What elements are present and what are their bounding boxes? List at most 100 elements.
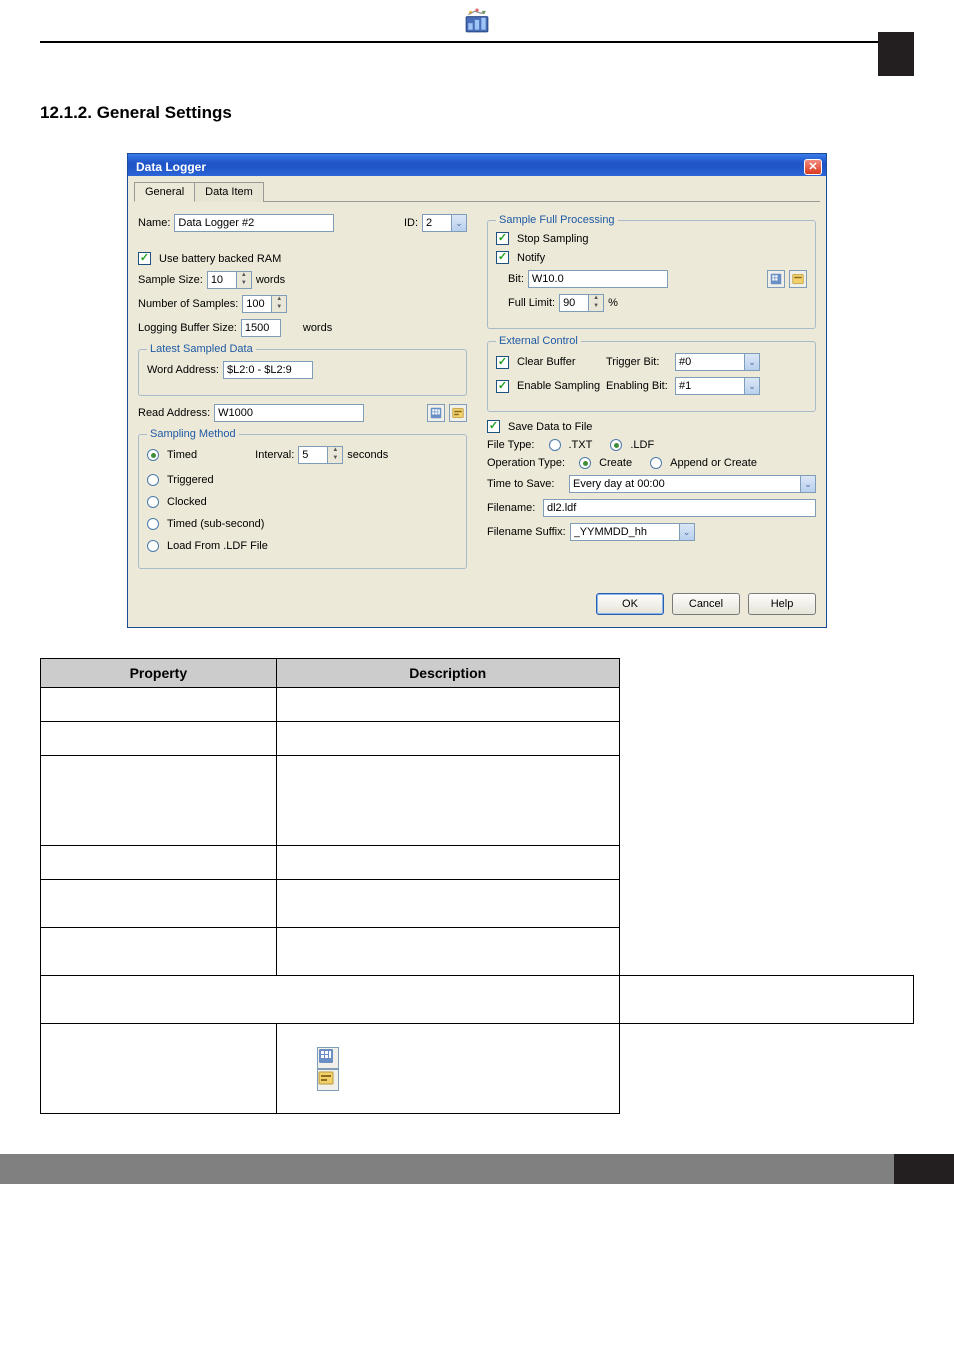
id-select[interactable]: [422, 214, 452, 232]
clear-buffer-label: Clear Buffer: [517, 356, 602, 368]
triggered-label: Triggered: [167, 474, 214, 486]
enabling-bit-label: Enabling Bit:: [606, 380, 671, 392]
op-create-radio[interactable]: [579, 457, 591, 469]
read-address-tag-icon[interactable]: [449, 404, 467, 422]
logging-buffer-unit: words: [303, 322, 332, 334]
tab-data-item[interactable]: Data Item: [194, 182, 264, 202]
close-button[interactable]: ✕: [804, 159, 822, 175]
interval-unit: seconds: [347, 449, 388, 461]
logging-buffer-input[interactable]: [241, 319, 281, 337]
triggered-radio[interactable]: [147, 474, 159, 486]
sampling-method-legend: Sampling Method: [147, 428, 239, 440]
trigger-bit-dropdown[interactable]: ⌄: [745, 353, 760, 371]
bit-input[interactable]: [528, 270, 668, 288]
table-row: [41, 976, 914, 1024]
number-samples-spinner[interactable]: ▲▼: [272, 295, 287, 313]
table-row: [41, 688, 914, 722]
timed-label: Timed: [167, 449, 197, 461]
read-address-label: Read Address:: [138, 407, 210, 419]
full-limit-unit: %: [608, 297, 618, 309]
number-samples-label: Number of Samples:: [138, 298, 238, 310]
file-type-label: File Type:: [487, 439, 535, 451]
trigger-bit-input[interactable]: [675, 353, 745, 371]
op-append-radio[interactable]: [650, 457, 662, 469]
help-button[interactable]: Help: [748, 593, 816, 615]
op-append-label: Append or Create: [670, 457, 757, 469]
footer-bar: [0, 1154, 954, 1184]
table-row: [41, 928, 914, 976]
clocked-label: Clocked: [167, 496, 207, 508]
word-address-input[interactable]: [223, 361, 313, 379]
clear-buffer-checkbox[interactable]: [496, 356, 509, 369]
file-type-ldf-label: .LDF: [630, 439, 654, 451]
sample-size-spinner[interactable]: ▲▼: [237, 271, 252, 289]
read-address-input[interactable]: [214, 404, 364, 422]
latest-sampled-legend: Latest Sampled Data: [147, 343, 256, 355]
id-dropdown-arrow[interactable]: ⌄: [452, 214, 467, 232]
notify-checkbox[interactable]: [496, 251, 509, 264]
time-to-save-input[interactable]: [569, 475, 801, 493]
table-row: [41, 880, 914, 928]
bit-keypad-icon[interactable]: [767, 270, 785, 288]
enabling-bit-input[interactable]: [675, 377, 745, 395]
interval-spinner[interactable]: ▲▼: [328, 446, 343, 464]
sample-size-input[interactable]: [207, 271, 237, 289]
clocked-radio[interactable]: [147, 496, 159, 508]
load-ldf-radio[interactable]: [147, 540, 159, 552]
table-row: [41, 722, 914, 756]
header-rule: [40, 41, 914, 43]
enable-sampling-checkbox[interactable]: [496, 380, 509, 393]
sample-size-label: Sample Size:: [138, 274, 203, 286]
bit-tag-icon[interactable]: [789, 270, 807, 288]
filename-input[interactable]: [543, 499, 816, 517]
col-description: Description: [276, 659, 619, 688]
property-table: Property Description: [40, 658, 914, 1114]
name-label: Name:: [138, 217, 170, 229]
close-icon: ✕: [808, 160, 817, 173]
section-heading: 12.1.2. General Settings: [40, 103, 914, 123]
data-logger-dialog: Data Logger ✕ General Data Item Name: ID…: [127, 153, 827, 628]
full-limit-spinner[interactable]: ▲▼: [589, 294, 604, 312]
number-samples-input[interactable]: [242, 295, 272, 313]
external-control-legend: External Control: [496, 335, 581, 347]
footer-page-marker: [894, 1154, 954, 1184]
time-to-save-label: Time to Save:: [487, 478, 565, 490]
col-property: Property: [41, 659, 277, 688]
enabling-bit-dropdown[interactable]: ⌄: [745, 377, 760, 395]
file-type-ldf-radio[interactable]: [610, 439, 622, 451]
load-ldf-label: Load From .LDF File: [167, 540, 268, 552]
logging-buffer-label: Logging Buffer Size:: [138, 322, 237, 334]
stop-sampling-checkbox[interactable]: [496, 232, 509, 245]
notify-label: Notify: [517, 252, 545, 264]
operation-type-label: Operation Type:: [487, 457, 565, 469]
filename-suffix-dropdown[interactable]: ⌄: [680, 523, 695, 541]
bit-label: Bit:: [508, 273, 524, 285]
enable-sampling-label: Enable Sampling: [517, 380, 602, 392]
timed-radio[interactable]: [147, 449, 159, 461]
file-type-txt-radio[interactable]: [549, 439, 561, 451]
word-address-label: Word Address:: [147, 364, 219, 376]
interval-input[interactable]: [298, 446, 328, 464]
read-address-keypad-icon[interactable]: [427, 404, 445, 422]
timed-sub-radio[interactable]: [147, 518, 159, 530]
sample-size-unit: words: [256, 274, 285, 286]
header-icon: [0, 0, 954, 41]
save-data-label: Save Data to File: [508, 421, 592, 433]
use-ram-label: Use battery backed RAM: [159, 253, 281, 265]
ok-button[interactable]: OK: [596, 593, 664, 615]
full-limit-input[interactable]: [559, 294, 589, 312]
timed-sub-label: Timed (sub-second): [167, 518, 264, 530]
save-data-checkbox[interactable]: [487, 420, 500, 433]
tab-general[interactable]: General: [134, 182, 195, 202]
use-ram-checkbox[interactable]: [138, 252, 151, 265]
trigger-bit-label: Trigger Bit:: [606, 356, 671, 368]
cancel-button[interactable]: Cancel: [672, 593, 740, 615]
time-to-save-dropdown[interactable]: ⌄: [801, 475, 816, 493]
filename-suffix-input[interactable]: [570, 523, 680, 541]
table-row: [41, 1024, 914, 1114]
stop-sampling-label: Stop Sampling: [517, 233, 589, 245]
full-limit-label: Full Limit:: [508, 297, 555, 309]
table-tag-icon: [317, 1069, 339, 1091]
file-type-txt-label: .TXT: [569, 439, 593, 451]
name-input[interactable]: [174, 214, 334, 232]
